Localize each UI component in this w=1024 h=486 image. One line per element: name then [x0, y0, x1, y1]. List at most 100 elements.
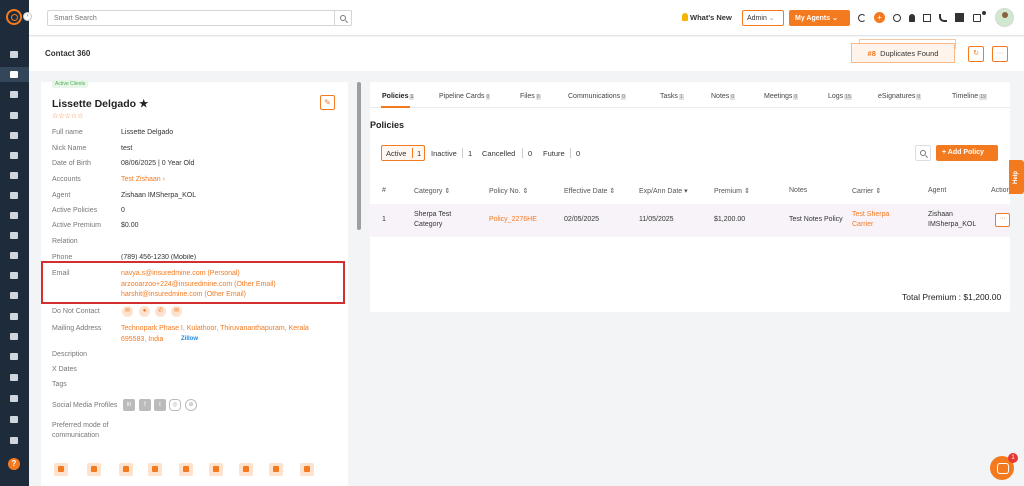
search-button[interactable] — [334, 10, 352, 26]
tab-pipeline-cards[interactable]: Pipeline Cards 0 — [439, 93, 491, 100]
filter-inactive[interactable]: Inactive — [431, 149, 457, 158]
phone-toggle-icon[interactable]: ✆ — [155, 306, 166, 317]
action-task-icon[interactable] — [209, 463, 223, 476]
tab-files[interactable]: Files 0 — [520, 93, 541, 100]
megaphone-icon[interactable] — [10, 192, 18, 199]
address-line2[interactable]: 695583, India — [121, 336, 163, 343]
chip-icon[interactable] — [955, 13, 964, 22]
rating-stars[interactable]: ☆☆☆☆☆ — [52, 112, 83, 120]
user-avatar[interactable] — [995, 8, 1014, 27]
policy-link[interactable]: Policy_2276HE — [489, 215, 537, 225]
tab-logs[interactable]: Logs 15 — [828, 93, 852, 100]
settings-icon[interactable] — [10, 437, 18, 444]
action-forward-icon[interactable] — [179, 463, 193, 476]
edit-contact-button[interactable]: ✎ — [320, 95, 335, 110]
mail-toggle-icon[interactable]: ✉ — [171, 306, 182, 317]
tab-meetings[interactable]: Meetings 0 — [764, 93, 799, 100]
col-header-exp-date[interactable]: Exp/Ann Date ▾ — [639, 187, 688, 195]
action-call-icon[interactable] — [148, 463, 162, 476]
action-folder-icon[interactable] — [239, 463, 253, 476]
documents-icon[interactable] — [10, 91, 18, 98]
action-list-icon[interactable] — [269, 463, 283, 476]
sidebar-collapse-icon[interactable]: › — [23, 12, 32, 21]
col-header-carrier[interactable]: Carrier ⇕ — [852, 187, 881, 195]
website-icon[interactable]: ⊕ — [185, 399, 197, 411]
divider — [462, 148, 463, 158]
filter-cancelled-count: 0 — [528, 149, 533, 158]
phone-icon[interactable] — [10, 212, 18, 219]
instagram-icon[interactable]: ◎ — [169, 399, 181, 411]
logout-icon[interactable] — [923, 14, 931, 22]
clipboard-icon[interactable] — [10, 292, 18, 299]
col-header-policy-no[interactable]: Policy No. ⇕ — [489, 187, 528, 195]
filter-label: Future — [543, 149, 565, 158]
tab-communications[interactable]: Communications 0 — [568, 93, 626, 100]
id-card-icon[interactable] — [10, 152, 18, 159]
tab-label: eSignatures — [878, 93, 916, 100]
list-icon[interactable] — [10, 132, 18, 139]
phone-icon[interactable] — [939, 14, 947, 22]
filter-icon[interactable] — [10, 172, 18, 179]
calendar-icon[interactable] — [10, 313, 18, 320]
chat-toggle-icon[interactable]: ● — [139, 306, 150, 317]
linkedin-icon[interactable]: in — [123, 399, 135, 411]
folder-icon[interactable] — [10, 252, 18, 259]
announce-icon[interactable] — [10, 353, 18, 360]
line-chart-icon[interactable] — [10, 395, 18, 402]
tab-notes[interactable]: Notes 0 — [711, 93, 736, 100]
divider — [412, 148, 413, 158]
add-policy-button[interactable]: + Add Policy — [936, 145, 998, 161]
col-header-premium[interactable]: Premium ⇕ — [714, 187, 750, 195]
carrier-line: Carrier — [852, 221, 874, 228]
refresh-button[interactable]: ↻ — [968, 46, 984, 62]
tab-esignatures[interactable]: eSignatures 0 — [878, 93, 922, 100]
policy-search-button[interactable] — [915, 145, 931, 161]
my-agents-button[interactable]: My Agents ⌄ — [789, 10, 850, 26]
filter-future[interactable]: Future — [543, 149, 565, 158]
filter-cancelled[interactable]: Cancelled — [482, 149, 515, 158]
twitter-icon[interactable]: t — [154, 399, 166, 411]
duplicates-found-button[interactable]: #8 Duplicates Found — [851, 43, 955, 63]
action-attach-icon[interactable] — [300, 463, 314, 476]
carrier-link[interactable]: Test Sherpa Carrier — [852, 210, 889, 230]
whats-new-link[interactable]: What's New — [682, 13, 732, 22]
help-tab[interactable]: Help — [1009, 160, 1024, 194]
zillow-link[interactable]: Zillow — [181, 336, 198, 342]
app-logo[interactable] — [6, 9, 22, 25]
pulse-icon[interactable] — [10, 374, 18, 381]
row-actions-button[interactable]: ··· — [995, 213, 1010, 227]
contacts-icon[interactable] — [10, 71, 18, 78]
bank-icon[interactable] — [10, 112, 18, 119]
bell-icon[interactable] — [909, 14, 915, 22]
tab-timeline[interactable]: Timeline 19 — [952, 93, 987, 100]
scrollbar[interactable] — [357, 82, 361, 230]
add-icon[interactable]: + — [874, 12, 885, 23]
clock-icon[interactable] — [893, 14, 901, 22]
more-options-button[interactable]: ··· — [992, 46, 1008, 62]
tab-policies[interactable]: Policies 1 — [382, 93, 415, 100]
facebook-icon[interactable]: f — [139, 399, 151, 411]
status-badge: Active Clients — [52, 80, 89, 88]
tab-count: 0 — [535, 94, 541, 100]
action-calendar-icon[interactable] — [119, 463, 133, 476]
help-icon[interactable]: ? — [8, 458, 20, 470]
col-header-category[interactable]: Category ⇕ — [414, 187, 450, 195]
table-row[interactable] — [370, 204, 1010, 237]
tablet-icon[interactable] — [973, 14, 981, 22]
col-header-effective-date[interactable]: Effective Date ⇕ — [564, 187, 615, 195]
email-toggle-icon[interactable]: ✉ — [122, 306, 133, 317]
action-note-icon[interactable] — [54, 463, 68, 476]
org-chart-icon[interactable] — [10, 272, 18, 279]
account-link[interactable]: Test Zishaan › — [121, 176, 165, 183]
smart-search-input[interactable] — [47, 10, 352, 26]
mail-icon[interactable] — [10, 333, 18, 340]
action-chat-icon[interactable] — [87, 463, 101, 476]
filter-active[interactable]: Active — [386, 149, 406, 158]
dashboard-icon[interactable] — [10, 51, 18, 58]
integrations-icon[interactable] — [10, 416, 18, 423]
bar-chart-icon[interactable] — [10, 232, 18, 239]
role-select[interactable]: Admin ⌄ — [742, 10, 784, 26]
tab-tasks[interactable]: Tasks 1 — [660, 93, 684, 100]
sync-icon[interactable] — [858, 14, 866, 22]
address-line1[interactable]: Technopark Phase I, Kulathoor, Thiruvana… — [121, 325, 309, 332]
